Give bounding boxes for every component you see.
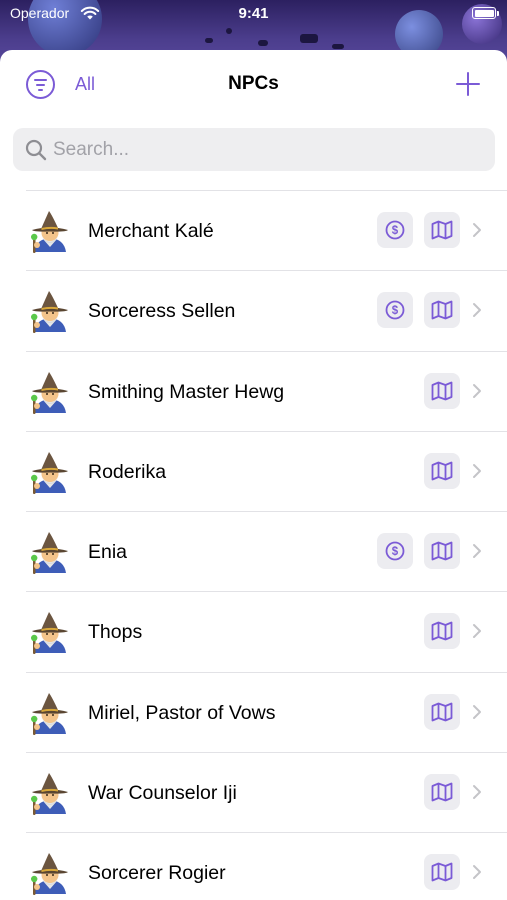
npc-name: Sorceress Sellen	[88, 300, 236, 323]
npc-name: Smithing Master Hewg	[88, 380, 285, 403]
map-icon	[431, 461, 453, 481]
chevron-right-icon	[473, 303, 481, 318]
chevron-right-icon	[473, 624, 481, 639]
chevron-right-icon	[473, 785, 481, 800]
npc-name: War Counselor Iji	[88, 782, 237, 805]
svg-text:$: $	[392, 546, 399, 558]
npc-name: Sorcerer Rogier	[88, 862, 226, 885]
mage-avatar-icon	[31, 532, 68, 575]
search-bar[interactable]	[13, 128, 495, 171]
map-button[interactable]	[424, 533, 460, 570]
mage-avatar-icon	[31, 211, 68, 253]
mage-avatar-icon	[31, 612, 68, 655]
map-button[interactable]	[424, 693, 460, 730]
map-icon	[431, 220, 453, 240]
npc-name: Miriel, Pastor of Vows	[88, 701, 276, 724]
dollar-circle-icon: $	[385, 220, 405, 240]
chevron-right-icon	[473, 704, 481, 719]
map-icon	[431, 300, 453, 320]
map-icon	[431, 702, 453, 722]
npc-row[interactable]: Enia $	[26, 511, 507, 591]
mage-avatar-icon	[31, 692, 68, 735]
map-button[interactable]	[424, 372, 460, 409]
add-npc-button[interactable]	[456, 72, 480, 96]
npc-row[interactable]: Sorcerer Rogier	[26, 832, 507, 900]
map-button[interactable]	[424, 774, 460, 811]
merchant-button[interactable]: $	[377, 292, 413, 329]
npc-row[interactable]: Merchant Kalé $	[26, 190, 507, 270]
map-icon	[431, 862, 453, 882]
chevron-right-icon	[473, 223, 481, 237]
map-icon	[431, 381, 453, 400]
clock: 9:41	[238, 5, 269, 22]
map-icon	[431, 541, 453, 561]
mage-avatar-icon	[31, 291, 68, 334]
npc-row[interactable]: Roderika	[26, 430, 507, 511]
dollar-circle-icon: $	[385, 541, 405, 561]
chevron-right-icon	[473, 865, 481, 880]
npc-name: Merchant Kalé	[88, 220, 214, 242]
mage-avatar-icon	[31, 853, 68, 896]
npc-row[interactable]: War Counselor Iji	[26, 752, 507, 832]
dollar-circle-icon: $	[385, 300, 405, 320]
map-button[interactable]	[424, 613, 460, 650]
npc-name: Enia	[88, 541, 128, 564]
map-button[interactable]	[424, 292, 460, 329]
chevron-right-icon	[473, 544, 481, 559]
merchant-button[interactable]: $	[377, 212, 413, 248]
navigation-bar: All NPCs	[0, 50, 507, 118]
mage-avatar-icon	[31, 451, 68, 494]
filter-button[interactable]: All	[75, 74, 95, 95]
battery-icon	[472, 7, 496, 19]
chevron-right-icon	[473, 463, 481, 478]
mage-avatar-icon	[31, 773, 68, 816]
map-button[interactable]	[424, 854, 460, 891]
npc-row[interactable]: Sorceress Sellen $	[26, 270, 507, 350]
npc-name: Roderika	[88, 460, 167, 483]
chevron-right-icon	[473, 383, 481, 398]
npc-row[interactable]: Miriel, Pastor of Vows	[26, 671, 507, 752]
map-icon	[431, 782, 453, 802]
mage-avatar-icon	[31, 371, 68, 414]
npc-name: Thops	[88, 621, 143, 644]
svg-text:$: $	[392, 225, 399, 237]
search-icon	[25, 139, 47, 161]
map-button[interactable]	[424, 212, 460, 248]
map-icon	[431, 622, 453, 641]
npc-sheet: All NPCs Merchant Kalé	[0, 50, 507, 900]
npc-row[interactable]: Smithing Master Hewg	[26, 350, 507, 431]
npc-row[interactable]: Thops	[26, 591, 507, 671]
map-button[interactable]	[424, 452, 460, 489]
npc-list: Merchant Kalé $ Sorceress Sellen $ Smith…	[0, 190, 507, 900]
filter-icon[interactable]	[26, 70, 55, 99]
merchant-button[interactable]: $	[377, 533, 413, 570]
search-input[interactable]	[53, 128, 483, 171]
status-bar: Operador 9:41	[0, 0, 507, 28]
svg-text:$: $	[392, 305, 399, 317]
